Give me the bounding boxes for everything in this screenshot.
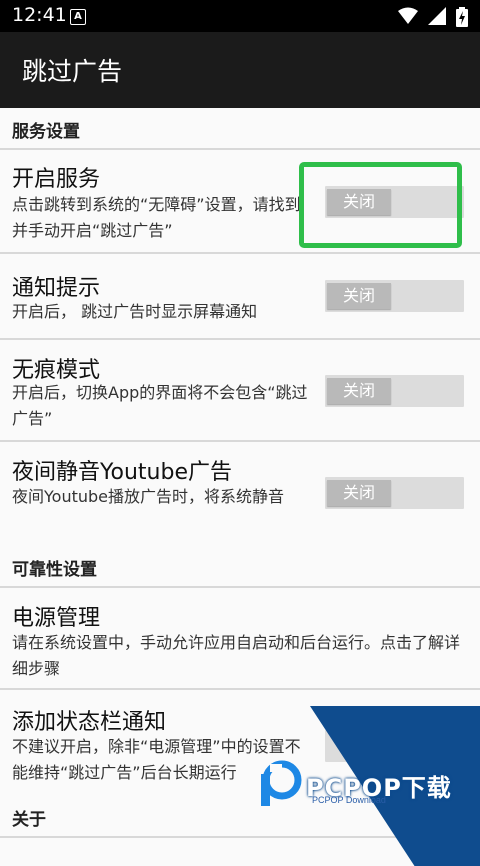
setting-title: 通知提示 xyxy=(12,276,101,301)
toggle-thumb: 关闭 xyxy=(327,480,391,506)
setting-notification-hint[interactable]: 通知提示 开启后， 跳过广告时显示屏幕通知 关闭 xyxy=(0,254,480,338)
app-bar: 跳过广告 xyxy=(0,32,480,108)
section-header-reliability-settings: 可靠性设置 xyxy=(0,546,480,586)
status-icons xyxy=(398,7,468,27)
notification-a-icon: A xyxy=(70,9,86,25)
toggle-thumb: 关闭 xyxy=(327,283,391,309)
night-mute-toggle[interactable]: 关闭 xyxy=(325,477,464,509)
section-label: 可靠性设置 xyxy=(12,560,97,580)
setting-description: 请在系统设置中，手动允许应用自启动和后台运行。点击了解详细步骤 xyxy=(12,633,461,678)
setting-traceless-mode[interactable]: 无痕模式 开启后，切换App的界面将不会包含“跳过广告” 关闭 xyxy=(0,340,480,440)
toggle-thumb: 关闭 xyxy=(327,378,391,404)
setting-title: 开启服务 xyxy=(12,167,101,192)
setting-night-mute-youtube-ads[interactable]: 夜间静音Youtube广告 夜间Youtube播放广告时，将系统静音 关闭 xyxy=(0,442,480,546)
setting-title: 电源管理 xyxy=(12,606,101,631)
setting-description: 点击跳转到系统的“无障碍”设置，请找到并手动开启“跳过广告” xyxy=(12,195,301,240)
watermark-subtitle: PCPOP Download xyxy=(312,795,386,805)
notification-hint-toggle[interactable]: 关闭 xyxy=(325,280,464,312)
setting-power-management[interactable]: 电源管理 请在系统设置中，手动允许应用自启动和后台运行。点击了解详细步骤 xyxy=(0,588,480,688)
setting-description: 开启后， 跳过广告时显示屏幕通知 xyxy=(12,302,258,321)
signal-icon xyxy=(428,7,446,25)
setting-title: 添加状态栏通知 xyxy=(12,710,167,735)
status-bar: 12:41 A xyxy=(0,0,480,32)
section-label: 关于 xyxy=(12,810,46,830)
pcpop-logo-icon xyxy=(261,760,302,806)
section-label: 服务设置 xyxy=(12,122,80,142)
section-header-service-settings: 服务设置 xyxy=(0,108,480,148)
battery-charging-icon xyxy=(456,7,468,27)
app-title: 跳过广告 xyxy=(22,57,123,86)
setting-title: 夜间静音Youtube广告 xyxy=(12,460,232,485)
highlight-annotation-box xyxy=(299,162,462,248)
setting-description: 夜间Youtube播放广告时，将系统静音 xyxy=(12,487,284,506)
status-time: 12:41 xyxy=(12,4,67,26)
wifi-icon xyxy=(398,7,418,24)
setting-description: 开启后，切换App的界面将不会包含“跳过广告” xyxy=(12,383,308,428)
traceless-mode-toggle[interactable]: 关闭 xyxy=(325,375,464,407)
